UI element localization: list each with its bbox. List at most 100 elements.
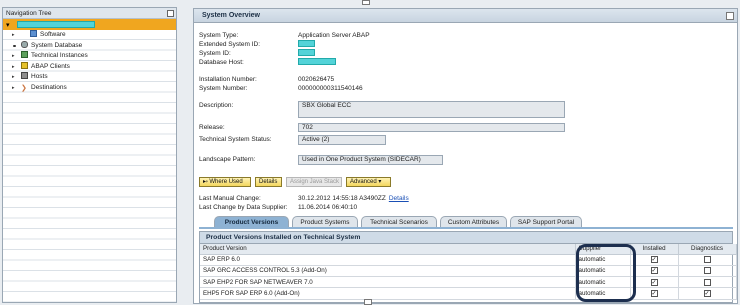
- nav-item-label: Technical Instances: [31, 52, 88, 59]
- assign-java-stack-button[interactable]: Assign Java Stack: [286, 177, 342, 187]
- where-used-button[interactable]: ▸⬫ Where Used: [199, 177, 251, 187]
- product-versions-title: Product Versions Installed on Technical …: [200, 232, 732, 244]
- release-field[interactable]: 702: [298, 123, 565, 132]
- field-value: [298, 40, 315, 49]
- field-label: Database Host:: [199, 59, 244, 66]
- last-manual-change-label: Last Manual Change:: [199, 195, 261, 202]
- technical-status-field[interactable]: Active (2): [298, 135, 386, 145]
- technical-status-value: Active (2): [302, 136, 330, 143]
- installed-cell: ✓: [630, 254, 679, 266]
- tab-sap-support-portal[interactable]: SAP Support Portal: [510, 216, 582, 227]
- diagnostics-cell: ✓: [678, 287, 737, 300]
- nav-item-destinations[interactable]: ▸ ❯ Destinations: [3, 83, 176, 94]
- system-overview-header: System Overview: [194, 9, 737, 23]
- product-versions-table: Product Version Supplier Installed Diagn…: [200, 244, 737, 300]
- details-link[interactable]: Details: [389, 195, 409, 202]
- product-version-cell: SAP GRC ACCESS CONTROL 5.3 (Add-On): [200, 265, 576, 278]
- description-value: SBX Global ECC: [302, 102, 352, 109]
- diagnostics-checkbox[interactable]: [703, 267, 711, 275]
- nav-item-hosts[interactable]: ▸ Hosts: [3, 72, 176, 83]
- destination-icon: ❯: [21, 84, 27, 92]
- tab-product-versions[interactable]: Product Versions: [214, 216, 289, 227]
- table-row[interactable]: SAP ERP 6.0 automatic ✓: [200, 254, 737, 266]
- diagnostics-checkbox[interactable]: [703, 256, 711, 264]
- software-icon: [30, 30, 37, 37]
- expand-arrow-icon[interactable]: ▾: [6, 21, 10, 29]
- tab-underline: [199, 227, 733, 229]
- table-row[interactable]: SAP EHP2 FOR SAP NETWEAVER 7.0 automatic…: [200, 276, 737, 289]
- table-row[interactable]: SAP GRC ACCESS CONTROL 5.3 (Add-On) auto…: [200, 265, 737, 278]
- advanced-button[interactable]: Advanced ▾: [346, 177, 391, 187]
- tree-arrow-icon: ▸: [12, 84, 15, 91]
- tab-custom-attributes[interactable]: Custom Attributes: [440, 216, 507, 227]
- tree-arrow-icon: ▸: [12, 53, 15, 59]
- installed-checkbox[interactable]: ✓: [650, 289, 658, 297]
- nav-item-label: ABAP Clients: [31, 62, 70, 70]
- tab-technical-scenarios[interactable]: Technical Scenarios: [361, 216, 437, 227]
- page-title: System Overview: [202, 12, 260, 19]
- last-supplier-change-label: Last Change by Data Supplier:: [199, 204, 288, 211]
- last-supplier-change-row: Last Change by Data Supplier: 11.06.2014…: [199, 203, 357, 212]
- redacted-value: [298, 49, 315, 56]
- nav-item-label: System Database: [31, 41, 83, 49]
- column-header-installed[interactable]: Installed: [630, 244, 679, 255]
- installed-cell: ✓: [630, 287, 679, 300]
- details-button[interactable]: Details: [255, 177, 282, 187]
- installed-cell: ✓: [630, 276, 679, 289]
- field-value: [298, 49, 315, 58]
- diagnostics-cell: [678, 265, 737, 278]
- release-value: 702: [302, 124, 313, 131]
- field-label: System Type:: [199, 32, 239, 39]
- field-label: Extended System ID:: [199, 41, 261, 48]
- description-field[interactable]: SBX Global ECC: [298, 101, 565, 118]
- field-value: Application Server ABAP: [298, 32, 370, 39]
- field-label: System ID:: [199, 50, 231, 57]
- product-versions-panel: Product Versions Installed on Technical …: [199, 231, 737, 303]
- host-icon: [21, 72, 28, 79]
- technical-instance-icon: [21, 51, 28, 58]
- top-splitter-handle[interactable]: [362, 0, 370, 5]
- field-label: Landscape Pattern:: [199, 156, 256, 163]
- bullet-icon: [13, 44, 16, 47]
- collapse-pane-icon[interactable]: [167, 10, 174, 17]
- column-header-product-version[interactable]: Product Version: [200, 244, 576, 255]
- field-value: [298, 58, 336, 67]
- product-version-cell: SAP ERP 6.0: [200, 254, 576, 266]
- navigation-tree-pane: Navigation Tree ▾ ▸ Software System Data…: [2, 7, 177, 303]
- navigation-tree-title: Navigation Tree: [6, 10, 52, 17]
- field-value: 0020626475: [298, 76, 335, 83]
- diagnostics-cell: [678, 254, 737, 266]
- nav-root-system[interactable]: ▾: [3, 19, 176, 30]
- supplier-cell: automatic: [575, 254, 631, 266]
- nav-item-abap-clients[interactable]: ▸ ABAP Clients: [3, 61, 176, 73]
- last-supplier-change-value: 11.06.2014 06:40:10: [298, 204, 358, 211]
- last-manual-change-text: 30.12.2012 14:55:18 A3490ZZ: [298, 195, 386, 202]
- nav-item-technical-instances[interactable]: ▸ Technical Instances: [3, 51, 176, 62]
- installed-checkbox[interactable]: ✓: [650, 267, 658, 275]
- table-row[interactable]: EHP5 FOR SAP ERP 6.0 (Add-On) automatic …: [200, 287, 737, 300]
- nav-item-label: Destinations: [31, 83, 67, 91]
- navigation-tree-header: Navigation Tree: [3, 8, 176, 19]
- column-header-supplier[interactable]: Supplier: [575, 244, 631, 255]
- tree-arrow-icon: ▸: [12, 32, 15, 38]
- nav-item-system-database[interactable]: System Database: [3, 40, 176, 52]
- diagnostics-checkbox[interactable]: [703, 278, 711, 286]
- installed-checkbox[interactable]: ✓: [650, 278, 658, 286]
- column-header-diagnostics[interactable]: Diagnostics: [678, 244, 737, 255]
- installed-checkbox[interactable]: ✓: [650, 256, 658, 264]
- diagnostics-checkbox[interactable]: ✓: [703, 289, 711, 297]
- last-manual-change-value: 30.12.2012 14:55:18 A3490ZZ Details: [298, 194, 409, 203]
- supplier-cell: automatic: [575, 265, 631, 278]
- installed-cell: ✓: [630, 265, 679, 278]
- nav-item-label: Hosts: [31, 73, 48, 80]
- field-label: Technical System Status:: [199, 136, 272, 143]
- redacted-value: [298, 58, 336, 65]
- nav-item-software[interactable]: ▸ Software: [3, 30, 176, 41]
- field-label: System Number:: [199, 85, 248, 92]
- navigation-tree-list: ▾ ▸ Software System Database ▸ Technical…: [3, 19, 176, 302]
- tab-product-systems[interactable]: Product Systems: [292, 216, 358, 227]
- abap-client-icon: [21, 61, 28, 69]
- bottom-splitter-handle[interactable]: [364, 299, 372, 305]
- landscape-pattern-field[interactable]: Used in One Product System (SIDECAR): [298, 155, 443, 165]
- minimize-icon[interactable]: [726, 12, 734, 20]
